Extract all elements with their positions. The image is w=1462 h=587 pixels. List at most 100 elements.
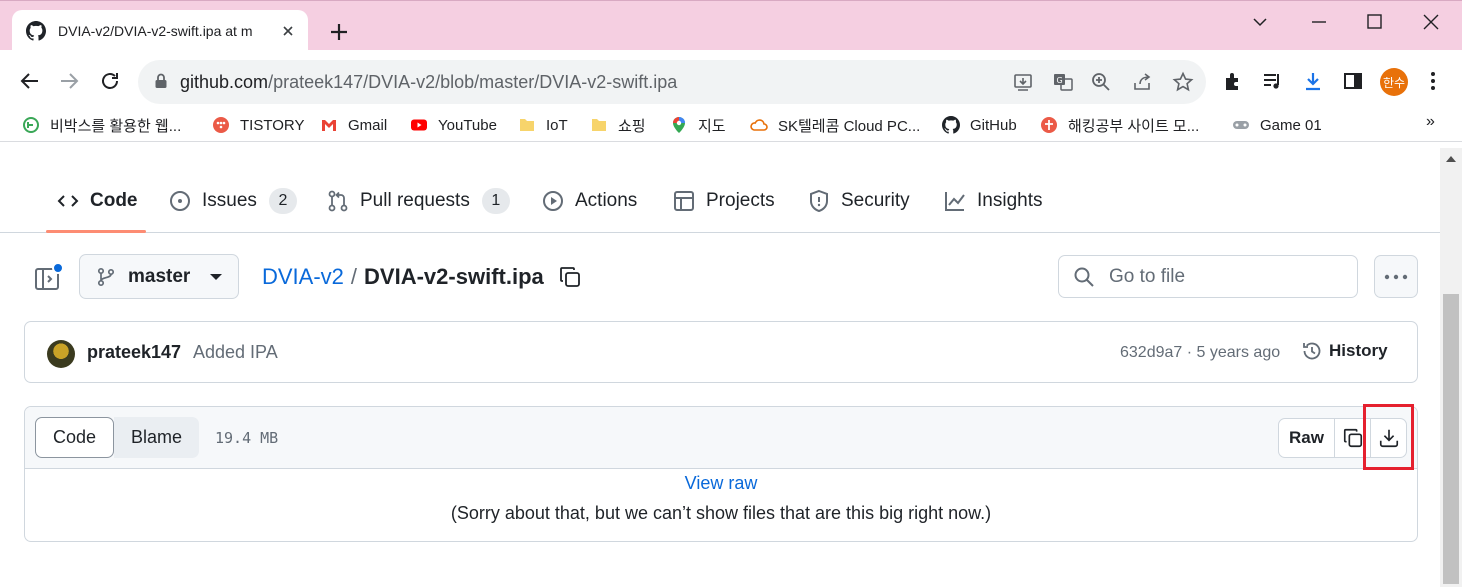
avatar[interactable] (47, 340, 75, 368)
history-icon (1303, 342, 1321, 360)
lock-icon[interactable] (152, 72, 170, 90)
play-icon (543, 191, 563, 211)
code-view-button[interactable]: Code (35, 417, 115, 458)
tab-security[interactable]: Security (807, 186, 910, 216)
tab-pull-requests[interactable]: Pull requests 1 (326, 186, 510, 216)
copy-icon (1343, 428, 1362, 448)
tab-actions[interactable]: Actions (541, 186, 637, 216)
install-app-icon[interactable] (1012, 71, 1034, 93)
bookmark-item[interactable]: 해킹공부 사이트 모... (1040, 115, 1199, 135)
breadcrumb-file-name: DVIA-v2-swift.ipa (364, 264, 544, 289)
browser-tab[interactable]: DVIA-v2/DVIA-v2-swift.ipa at m (12, 10, 308, 51)
bookmark-item[interactable]: IoT (518, 115, 568, 135)
share-icon[interactable] (1131, 71, 1153, 93)
kebab-menu-icon[interactable] (1422, 70, 1444, 92)
pull-request-icon (328, 190, 348, 212)
address-bar[interactable]: github.com/prateek147/DVIA-v2/blob/maste… (138, 60, 1206, 104)
commit-message[interactable]: Added IPA (193, 342, 278, 363)
downloads-icon[interactable] (1302, 70, 1324, 92)
tab-label: Projects (706, 190, 775, 211)
bookmark-item[interactable]: Gmail (320, 115, 387, 135)
new-tab-icon[interactable] (328, 21, 350, 43)
extensions-puzzle-icon[interactable] (1222, 70, 1244, 92)
close-tab-icon[interactable] (280, 23, 296, 39)
zoom-icon[interactable] (1090, 71, 1112, 93)
maximize-icon[interactable] (1364, 11, 1386, 33)
bookmarks-bar: 비박스를 활용한 웹... TISTORY Gmail YouTube IoT … (0, 108, 1462, 142)
translate-icon[interactable]: G (1052, 71, 1074, 93)
file-too-big-message: (Sorry about that, but we can’t show fil… (450, 503, 992, 523)
bookmark-item[interactable]: YouTube (410, 115, 497, 135)
bookmark-star-icon[interactable] (1172, 71, 1194, 93)
breadcrumb-repo-link[interactable]: DVIA-v2 (262, 264, 344, 290)
bookmark-item[interactable]: 쇼핑 (590, 115, 646, 135)
gmail-icon (322, 120, 336, 131)
scrollbar[interactable] (1440, 148, 1462, 587)
tab-insights[interactable]: Insights (943, 186, 1042, 216)
bookmark-label: 해킹공부 사이트 모... (1068, 117, 1200, 135)
issue-icon (170, 191, 190, 211)
gamepad-icon (1233, 121, 1249, 129)
cloud-icon (750, 119, 768, 131)
go-to-file-placeholder: Go to file (1109, 265, 1186, 287)
file-size: 19.4 MB (215, 429, 279, 447)
search-icon (1074, 267, 1094, 287)
bookmark-item[interactable]: 비박스를 활용한 웹... (22, 115, 181, 135)
commit-sha-timestamp[interactable]: 632d9a7 · 5 years ago (1120, 344, 1280, 362)
tab-projects[interactable]: Projects (672, 186, 775, 216)
bookmark-label: YouTube (438, 116, 497, 134)
code-icon (57, 195, 79, 207)
site-icon (1041, 117, 1057, 133)
tab-code[interactable]: Code (56, 186, 138, 216)
breadcrumb: DVIA-v2 / DVIA-v2-swift.ipa (262, 264, 544, 290)
breadcrumb-separator: / (350, 264, 358, 289)
repo-nav: Code Issues 2 Pull requests 1 Actions Pr… (0, 148, 1440, 233)
media-control-icon[interactable] (1262, 70, 1284, 92)
bookmark-label: 지도 (698, 117, 726, 135)
profile-avatar[interactable]: 한수 (1380, 68, 1408, 96)
tab-title: DVIA-v2/DVIA-v2-swift.ipa at m (58, 22, 253, 39)
raw-button[interactable]: Raw (1279, 419, 1334, 457)
notification-dot (52, 262, 64, 274)
copy-icon[interactable] (558, 265, 582, 289)
tab-search-chevron-icon[interactable] (1249, 11, 1271, 33)
forward-arrow-icon[interactable] (57, 69, 81, 93)
commit-author-link[interactable]: prateek147 (87, 342, 181, 363)
bookmark-item[interactable]: SK텔레콤 Cloud PC... (750, 115, 920, 135)
tab-label: Code (90, 190, 138, 211)
bookmark-label: SK텔레콤 Cloud PC... (778, 117, 921, 135)
github-icon (942, 116, 960, 134)
go-to-file-input[interactable]: Go to file (1058, 255, 1358, 298)
side-panel-icon[interactable] (1342, 70, 1364, 92)
tab-label: Security (841, 190, 910, 211)
view-raw-link[interactable]: View raw (25, 473, 1417, 494)
bookmark-item[interactable]: GitHub (942, 115, 1017, 135)
github-icon (26, 20, 46, 41)
more-options-button[interactable] (1374, 255, 1418, 298)
back-arrow-icon[interactable] (18, 69, 42, 93)
minimize-icon[interactable] (1308, 11, 1330, 33)
github-page: Code Issues 2 Pull requests 1 Actions Pr… (0, 148, 1440, 587)
pull-requests-counter: 1 (481, 188, 510, 214)
history-button[interactable]: History (1301, 340, 1388, 362)
annotation-highlight-box (1363, 404, 1414, 470)
blame-view-button[interactable]: Blame (114, 417, 200, 458)
browser-tabbar: DVIA-v2/DVIA-v2-swift.ipa at m (0, 0, 1462, 51)
tab-issues[interactable]: Issues 2 (168, 186, 297, 216)
bookmark-label: 쇼핑 (618, 117, 646, 135)
bookmark-item[interactable]: TISTORY (212, 115, 304, 135)
branch-selector-button[interactable]: master (79, 254, 239, 299)
bookmark-item[interactable]: Game 01 (1232, 115, 1322, 135)
scroll-up-arrow-icon[interactable] (1446, 156, 1456, 162)
latest-commit-box: prateek147 Added IPA 632d9a7 · 5 years a… (24, 321, 1418, 383)
tab-label: Actions (575, 190, 638, 211)
bookmark-label: IoT (546, 116, 568, 134)
bookmark-label: 비박스를 활용한 웹... (50, 117, 182, 135)
url-text[interactable]: github.com/prateek147/DVIA-v2/blob/maste… (180, 72, 677, 93)
chevron-down-icon (210, 273, 223, 280)
scrollbar-thumb[interactable] (1443, 294, 1459, 584)
bookmark-item[interactable]: 지도 (670, 115, 726, 135)
close-window-icon[interactable] (1420, 11, 1442, 33)
reload-icon[interactable] (98, 69, 122, 93)
bookmarks-overflow-button[interactable]: » (1426, 113, 1435, 131)
